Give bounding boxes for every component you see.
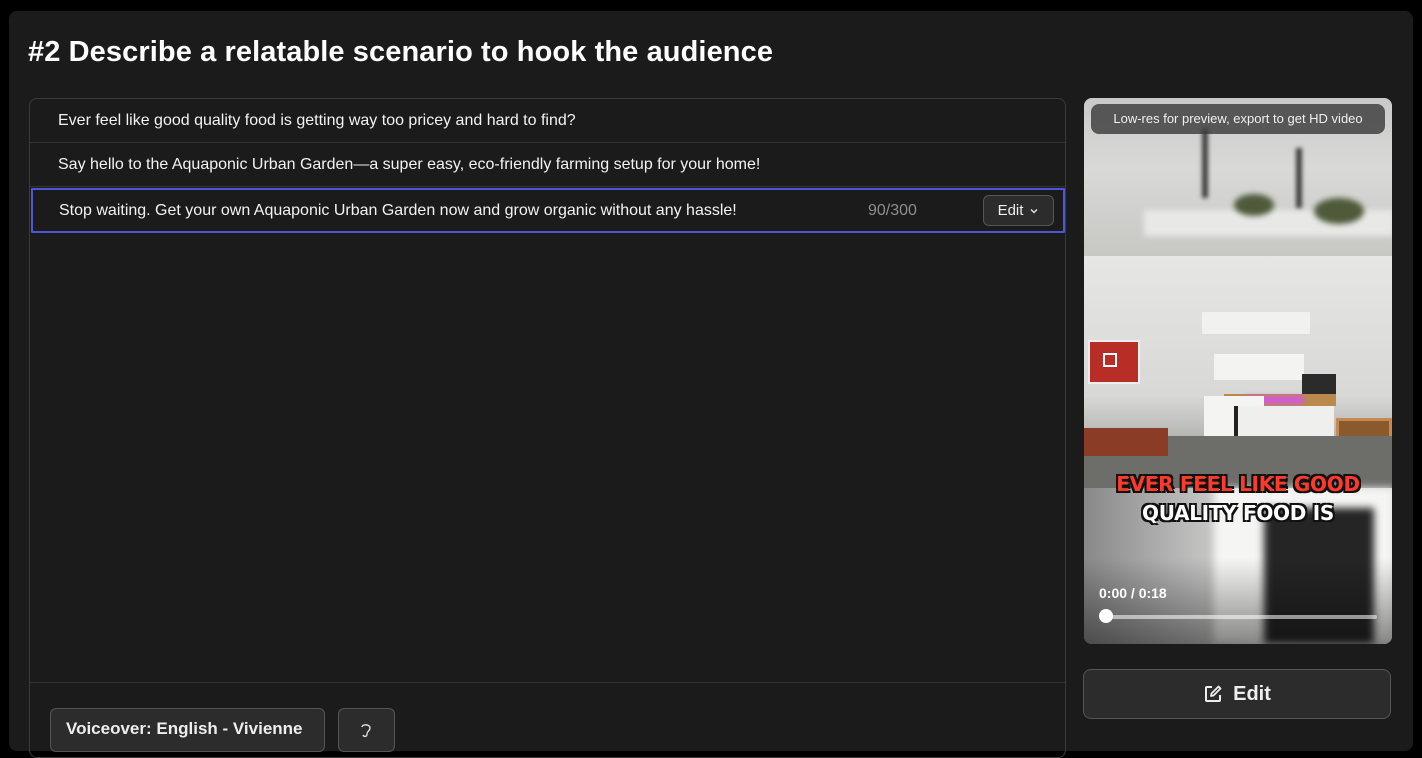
- script-line[interactable]: Ever feel like good quality food is gett…: [30, 99, 1065, 143]
- caption-line-2: QUALITY FOOD IS: [1142, 501, 1334, 525]
- playback-time: 0:00 / 0:18: [1099, 585, 1167, 601]
- preview-resolution-notice: Low-res for preview, export to get HD vi…: [1091, 104, 1385, 134]
- voice-settings-button[interactable]: [338, 708, 395, 752]
- edit-video-button[interactable]: Edit: [1083, 669, 1391, 719]
- playback-scrubber-handle[interactable]: [1099, 609, 1113, 623]
- script-editor: Ever feel like good quality food is gett…: [29, 98, 1066, 758]
- character-count: 90/300: [868, 201, 917, 219]
- script-line-text: Ever feel like good quality food is gett…: [58, 111, 576, 129]
- script-line-text: Say hello to the Aquaponic Urban Garden—…: [58, 155, 761, 173]
- script-line-selected[interactable]: Stop waiting. Get your own Aquaponic Urb…: [31, 188, 1065, 233]
- chevron-down-icon: [1030, 208, 1038, 214]
- voice-icon: [361, 724, 371, 738]
- line-edit-dropdown-button[interactable]: Edit: [983, 195, 1054, 226]
- edit-icon: [1205, 685, 1222, 702]
- preview-frame-main: [1084, 256, 1392, 488]
- script-footer: Voiceover: English - Vivienne: [30, 682, 1065, 757]
- voiceover-button[interactable]: Voiceover: English - Vivienne: [50, 708, 325, 752]
- caption-line-1: EVER FEEL LIKE GOOD: [1116, 472, 1360, 496]
- line-edit-label: Edit: [997, 202, 1024, 219]
- playback-progress-track[interactable]: [1106, 615, 1377, 619]
- script-line[interactable]: Say hello to the Aquaponic Urban Garden—…: [30, 143, 1065, 187]
- edit-video-label: Edit: [1233, 682, 1271, 705]
- script-line-text[interactable]: Stop waiting. Get your own Aquaponic Urb…: [59, 202, 737, 220]
- scene-panel: #2 Describe a relatable scenario to hook…: [9, 11, 1413, 758]
- voiceover-label: Voiceover: English - Vivienne: [66, 719, 303, 738]
- video-preview[interactable]: Low-res for preview, export to get HD vi…: [1084, 98, 1392, 644]
- section-title: #2 Describe a relatable scenario to hook…: [28, 36, 774, 68]
